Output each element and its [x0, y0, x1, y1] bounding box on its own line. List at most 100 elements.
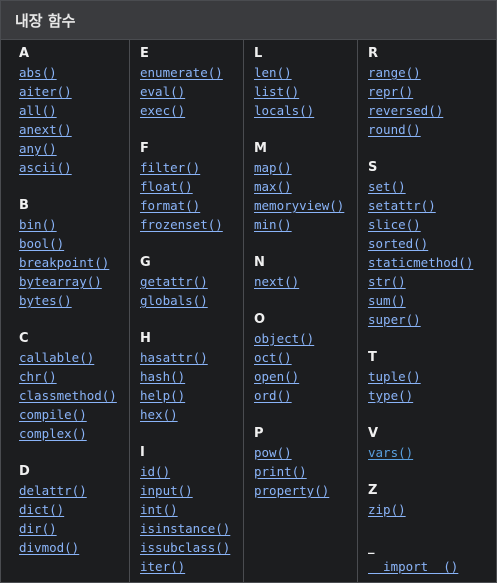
- function-link-setattr[interactable]: setattr(): [368, 196, 496, 215]
- letter-group-m: Mmap() max() memoryview() min(): [254, 139, 357, 234]
- function-link-help[interactable]: help(): [140, 386, 243, 405]
- function-link-globals[interactable]: globals(): [140, 291, 243, 310]
- function-link-list[interactable]: list(): [254, 82, 357, 101]
- letter-heading: Z: [368, 483, 378, 498]
- function-link-sum[interactable]: sum(): [368, 291, 496, 310]
- letter-group-d: Ddelattr() dict() dir() divmod(): [19, 462, 129, 557]
- function-link-format[interactable]: format(): [140, 196, 243, 215]
- function-link-delattr[interactable]: delattr(): [19, 481, 129, 500]
- function-link-bytearray[interactable]: bytearray(): [19, 272, 129, 291]
- function-link-oct[interactable]: oct(): [254, 348, 357, 367]
- function-link-float[interactable]: float(): [140, 177, 243, 196]
- function-link-isinstance[interactable]: isinstance(): [140, 519, 243, 538]
- letter-heading: I: [140, 445, 145, 460]
- function-link-object[interactable]: object(): [254, 329, 357, 348]
- function-link-bool[interactable]: bool(): [19, 234, 129, 253]
- function-link-type[interactable]: type(): [368, 386, 496, 405]
- function-link-property[interactable]: property(): [254, 481, 357, 500]
- letter-group-c: Ccallable() chr() classmethod() compile() co…: [19, 329, 129, 443]
- letter-group-f: Ffilter() float() format() frozenset(): [140, 139, 243, 234]
- function-link-staticmethod[interactable]: staticmethod(): [368, 253, 496, 272]
- function-link-dir[interactable]: dir(): [19, 519, 129, 538]
- function-link-pow[interactable]: pow(): [254, 443, 357, 462]
- letter-heading: N: [254, 255, 265, 270]
- function-link-chr[interactable]: chr(): [19, 367, 129, 386]
- function-link-map[interactable]: map(): [254, 158, 357, 177]
- letter-heading: T: [368, 350, 377, 365]
- letter-heading: R: [368, 46, 379, 61]
- letter-heading: S: [368, 160, 378, 175]
- function-link-min[interactable]: min(): [254, 215, 357, 234]
- letter-heading: P: [254, 426, 264, 441]
- function-link-range[interactable]: range(): [368, 63, 496, 82]
- function-link-complex[interactable]: complex(): [19, 424, 129, 443]
- letter-group-b: Bbin() bool() breakpoint() bytearray() bytes…: [19, 196, 129, 310]
- letter-heading: L: [254, 46, 263, 61]
- function-link-abs[interactable]: abs(): [19, 63, 129, 82]
- function-link-any[interactable]: any(): [19, 139, 129, 158]
- letter-heading: C: [19, 331, 29, 346]
- panel-title: 내장 함수: [1, 1, 496, 40]
- function-link-memoryview[interactable]: memoryview(): [254, 196, 357, 215]
- letter-heading: H: [140, 331, 151, 346]
- function-link-frozenset[interactable]: frozenset(): [140, 215, 243, 234]
- function-link-classmethod[interactable]: classmethod(): [19, 386, 129, 405]
- function-link-dict[interactable]: dict(): [19, 500, 129, 519]
- function-link-hex[interactable]: hex(): [140, 405, 243, 424]
- function-link-slice[interactable]: slice(): [368, 215, 496, 234]
- function-link-print[interactable]: print(): [254, 462, 357, 481]
- function-link-filter[interactable]: filter(): [140, 158, 243, 177]
- letter-heading: F: [140, 141, 149, 156]
- letter-heading: O: [254, 312, 266, 327]
- letter-group-underscore: _ __import__(): [368, 538, 496, 576]
- function-link-eval[interactable]: eval(): [140, 82, 243, 101]
- function-link-zip[interactable]: zip(): [368, 500, 496, 519]
- function-link-repr[interactable]: repr(): [368, 82, 496, 101]
- function-link-divmod[interactable]: divmod(): [19, 538, 129, 557]
- letter-heading: M: [254, 141, 267, 156]
- function-link-set[interactable]: set(): [368, 177, 496, 196]
- function-link-exec[interactable]: exec(): [140, 101, 243, 120]
- function-link-str[interactable]: str(): [368, 272, 496, 291]
- function-link-callable[interactable]: callable(): [19, 348, 129, 367]
- function-link-breakpoint[interactable]: breakpoint(): [19, 253, 129, 272]
- function-link-aiter[interactable]: aiter(): [19, 82, 129, 101]
- function-link-len[interactable]: len(): [254, 63, 357, 82]
- function-link-open[interactable]: open(): [254, 367, 357, 386]
- function-link-issubclass[interactable]: issubclass(): [140, 538, 243, 557]
- letter-group-z: Zzip(): [368, 481, 496, 519]
- letter-group-o: Oobject() oct() open() ord(): [254, 310, 357, 405]
- letter-group-h: Hhasattr() hash() help() hex(): [140, 329, 243, 424]
- function-link-anext[interactable]: anext(): [19, 120, 129, 139]
- function-link-input[interactable]: input(): [140, 481, 243, 500]
- letter-heading: A: [19, 46, 30, 61]
- builtin-functions-panel: 내장 함수 Aabs() aiter() all() anext() any() asci…: [0, 0, 497, 583]
- function-link-sorted[interactable]: sorted(): [368, 234, 496, 253]
- function-link-iter[interactable]: iter(): [140, 557, 243, 576]
- letter-group-p: Ppow() print() property(): [254, 424, 357, 500]
- function-link-reversed[interactable]: reversed(): [368, 101, 496, 120]
- function-link-next[interactable]: next(): [254, 272, 357, 291]
- function-link-super[interactable]: super(): [368, 310, 496, 329]
- function-link-bytes[interactable]: bytes(): [19, 291, 129, 310]
- function-link-bin[interactable]: bin(): [19, 215, 129, 234]
- function-link-enumerate[interactable]: enumerate(): [140, 63, 243, 82]
- letter-heading: D: [19, 464, 30, 479]
- function-link-tuple[interactable]: tuple(): [368, 367, 496, 386]
- function-link-getattr[interactable]: getattr(): [140, 272, 243, 291]
- function-link-ascii[interactable]: ascii(): [19, 158, 129, 177]
- function-link-hash[interactable]: hash(): [140, 367, 243, 386]
- function-link-all[interactable]: all(): [19, 101, 129, 120]
- column-2: Eenumerate() eval() exec() Ffilter() float()…: [130, 40, 244, 582]
- function-link-int[interactable]: int(): [140, 500, 243, 519]
- function-link-vars[interactable]: vars(): [368, 443, 496, 462]
- function-link-round[interactable]: round(): [368, 120, 496, 139]
- function-link-import[interactable]: __import__(): [368, 557, 496, 576]
- function-link-id[interactable]: id(): [140, 462, 243, 481]
- function-link-ord[interactable]: ord(): [254, 386, 357, 405]
- function-link-locals[interactable]: locals(): [254, 101, 357, 120]
- function-link-compile[interactable]: compile(): [19, 405, 129, 424]
- letter-group-t: Ttuple() type(): [368, 348, 496, 405]
- function-link-max[interactable]: max(): [254, 177, 357, 196]
- function-link-hasattr[interactable]: hasattr(): [140, 348, 243, 367]
